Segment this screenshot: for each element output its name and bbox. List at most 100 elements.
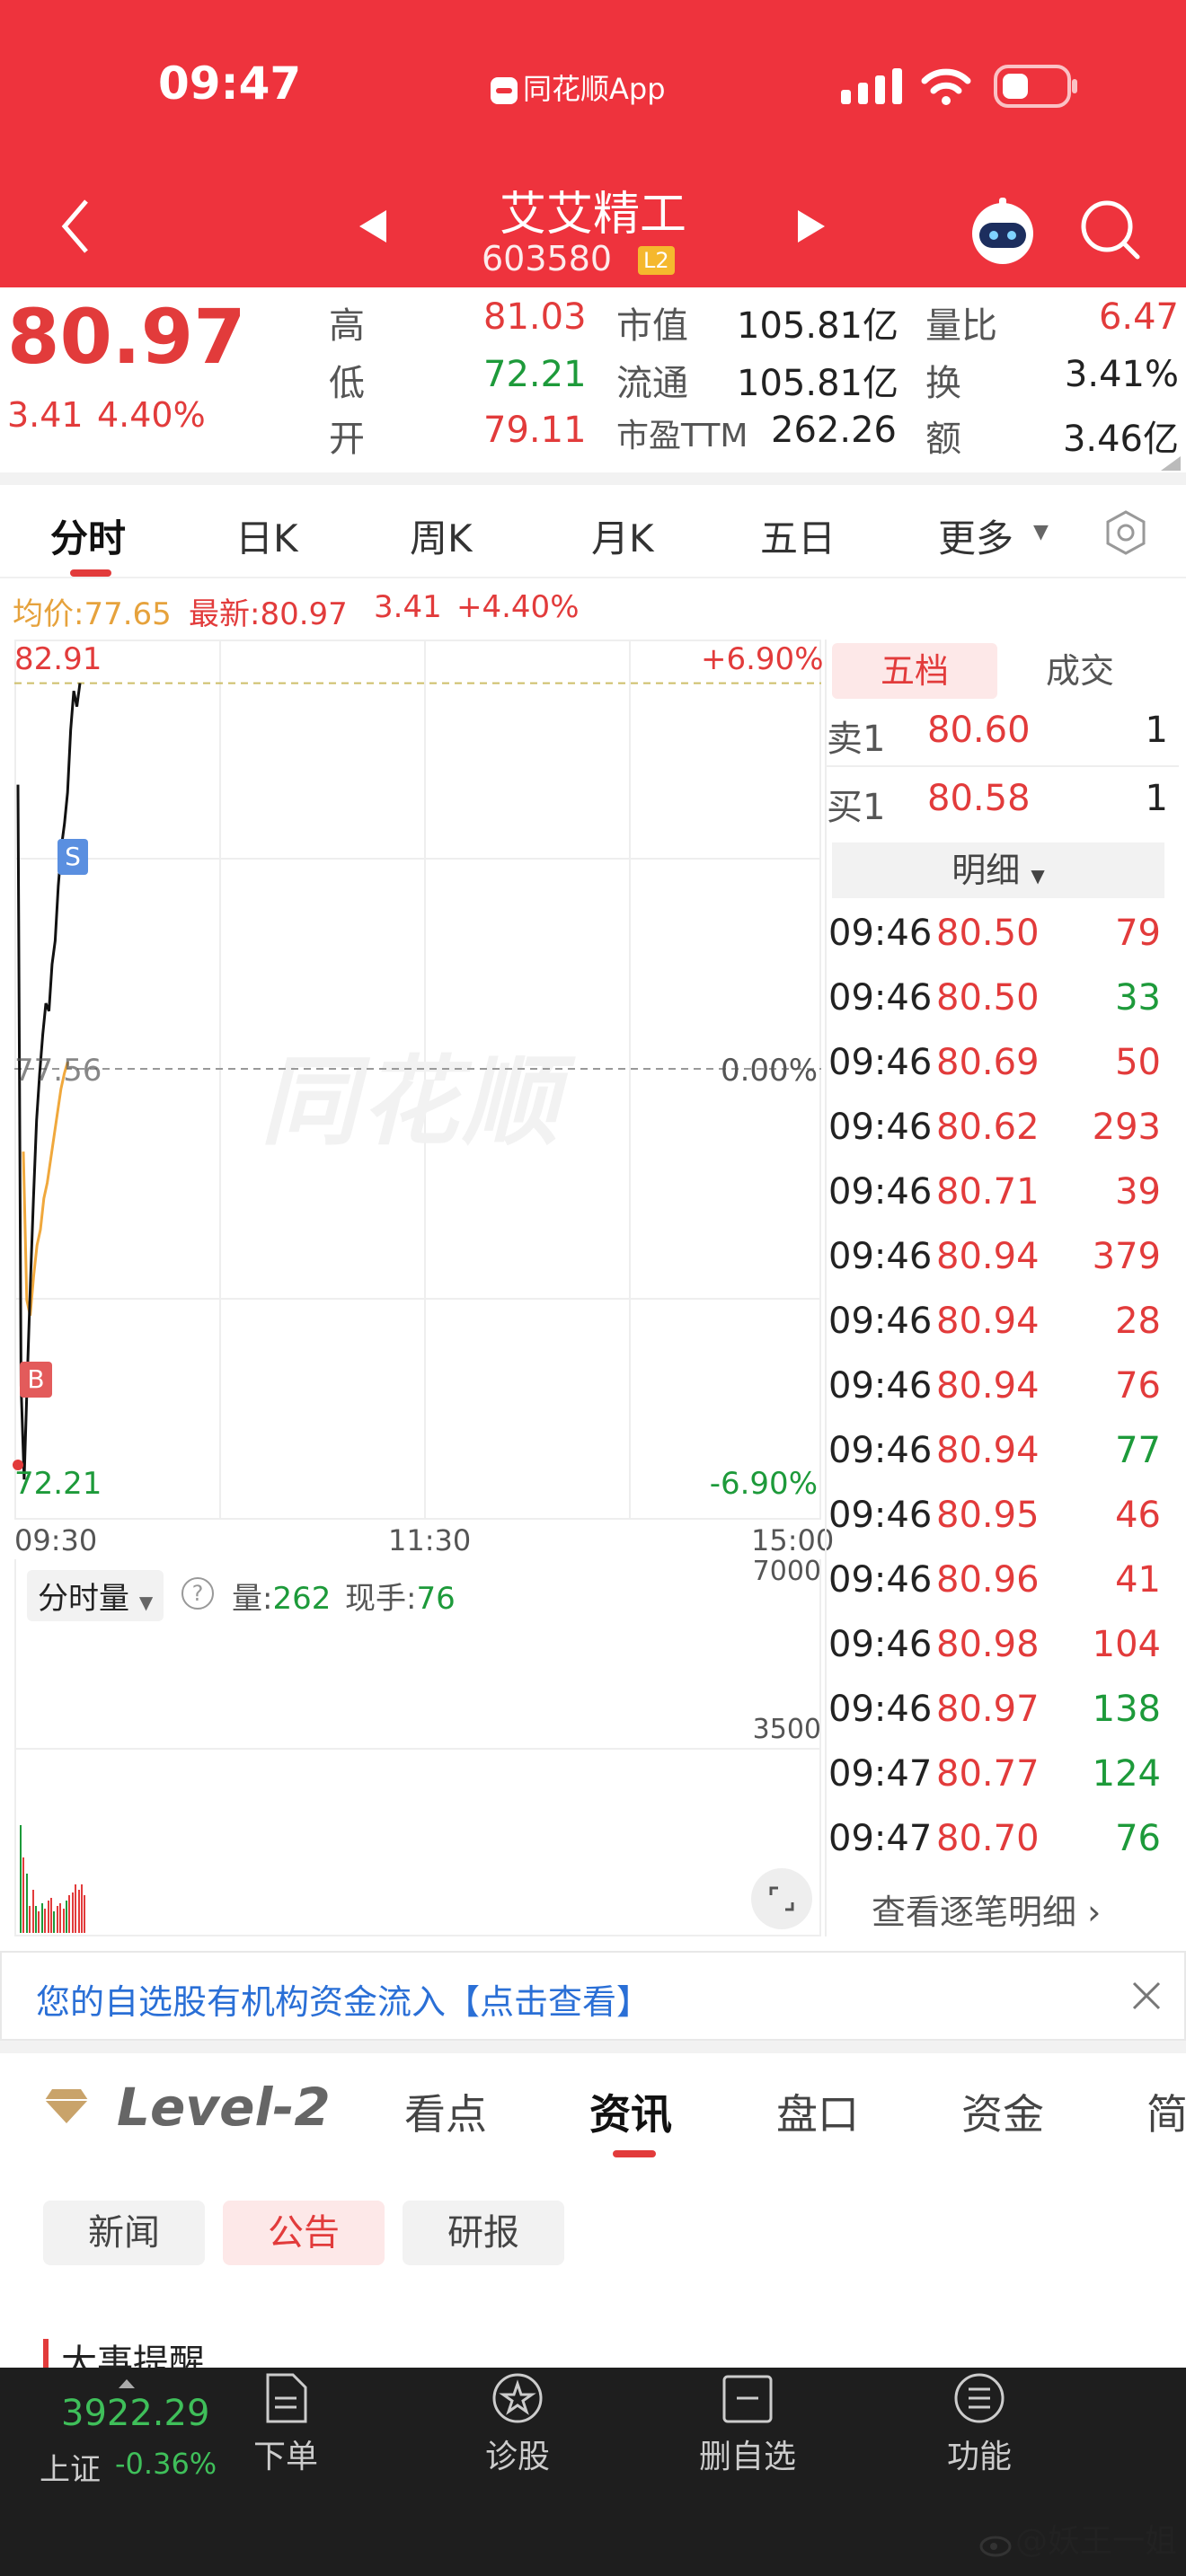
trade-row: 09:46 80.50 33 (827, 977, 1168, 1042)
level2-label[interactable]: Level-2 (117, 2077, 331, 2138)
fullscreen-icon (769, 1886, 794, 1911)
robot-assistant-icon[interactable] (967, 194, 1039, 269)
trade-qty: 50 (1115, 1042, 1161, 1083)
index-value[interactable]: 3922.29 (61, 2393, 209, 2434)
trade-time: 09:47 (828, 1818, 933, 1859)
nav-diagnose-button[interactable]: 诊股 (428, 2371, 607, 2477)
volume-type-dropdown[interactable]: 分时量 ▼ (27, 1570, 164, 1621)
trade-row: 09:46 80.97 138 (827, 1689, 1168, 1753)
trade-row: 09:46 80.50 79 (827, 913, 1168, 977)
index-name: 上证 (40, 2452, 101, 2488)
volume-ratio-label: 量比 (925, 305, 997, 347)
volume-bar (38, 1911, 40, 1933)
pct-label-top: +6.90% (701, 641, 824, 677)
nav-label: 删自选 (698, 2439, 796, 2475)
trade-price: 80.70 (936, 1818, 1040, 1859)
turnover-value: 3.41% (1064, 354, 1179, 395)
menu-icon (890, 2371, 1069, 2425)
search-icon[interactable] (1078, 198, 1143, 266)
volume-bar (68, 1895, 71, 1933)
tab-chart-5[interactable]: 更多 (938, 508, 1013, 563)
weibo-watermark: @妖王一姐 (979, 2515, 1177, 2562)
trade-qty: 76 (1115, 1365, 1161, 1407)
tab-five-levels[interactable]: 五档 (832, 643, 997, 699)
volume-bar (29, 1906, 31, 1933)
volume-bar (84, 1895, 86, 1933)
nav-label: 功能 (946, 2439, 1012, 2475)
info-tab-3[interactable]: 资金 (961, 2082, 1044, 2141)
nav-label: 诊股 (484, 2439, 550, 2475)
trade-price: 80.98 (936, 1624, 1040, 1665)
x-label-close: 15:00 (751, 1523, 835, 1557)
tab-chart-4[interactable]: 五日 (760, 508, 836, 563)
detail-dropdown[interactable]: 明细 ▼ (832, 842, 1164, 898)
y-label-top: 82.91 (14, 641, 102, 677)
info-tab-1[interactable]: 资讯 (589, 2082, 672, 2141)
trade-row: 09:46 80.98 104 (827, 1624, 1168, 1689)
turnover-label: 换 (925, 363, 961, 404)
volume-ratio-value: 6.47 (1098, 296, 1179, 338)
nav-menu-button[interactable]: 功能 (890, 2371, 1069, 2477)
close-icon[interactable] (1130, 1980, 1163, 2016)
tab-chart-0[interactable]: 分时 (50, 508, 126, 563)
volume-hand: 现手:76 (345, 1581, 456, 1617)
view-all-trades-link[interactable]: 查看逐笔明细 › (872, 1884, 1101, 1934)
nav-remove-watchlist-button[interactable]: 删自选 (658, 2371, 837, 2477)
help-icon[interactable]: ? (181, 1577, 214, 1610)
banner-text: 您的自选股有机构资金流入【点击查看】 (36, 1982, 651, 2022)
sub-tab-1[interactable]: 公告 (223, 2201, 385, 2265)
volume-bar (56, 1906, 58, 1933)
trade-qty: 138 (1092, 1689, 1161, 1730)
volume-bar (62, 1909, 65, 1933)
trade-row: 09:46 80.71 39 (827, 1171, 1168, 1236)
trade-time: 09:46 (828, 1171, 933, 1213)
trade-qty: 76 (1115, 1818, 1161, 1859)
y-label-bottom: 72.21 (14, 1466, 102, 1502)
volume-bar (22, 1857, 25, 1933)
trade-price: 80.96 (936, 1559, 1040, 1601)
buy1-price: 80.58 (927, 778, 1031, 819)
volume-bar (59, 1903, 62, 1933)
sub-tab-2[interactable]: 研报 (403, 2201, 564, 2265)
volume-bar (71, 1892, 74, 1933)
tab-chart-2[interactable]: 周K (410, 508, 473, 563)
sell-marker[interactable]: S (58, 839, 88, 875)
nav-label: 下单 (252, 2439, 318, 2475)
info-tab-2[interactable]: 盘口 (776, 2082, 859, 2141)
tab-trades[interactable]: 成交 (997, 643, 1163, 699)
settings-hex-icon[interactable] (1102, 508, 1150, 560)
diagnose-icon (428, 2371, 607, 2425)
trade-price: 80.94 (936, 1236, 1040, 1277)
trade-row: 09:46 80.94 76 (827, 1365, 1168, 1430)
trade-time: 09:46 (828, 1624, 933, 1665)
nav-document-button[interactable]: 下单 (196, 2371, 376, 2477)
signal-icon (841, 66, 902, 110)
trade-qty: 41 (1115, 1559, 1161, 1601)
promo-banner[interactable]: 您的自选股有机构资金流入【点击查看】 (0, 1951, 1186, 2041)
volume-label-top: 7000 (752, 1556, 821, 1587)
active-chart-tab-indicator (70, 569, 111, 577)
trade-qty: 28 (1115, 1301, 1161, 1342)
sub-tab-0[interactable]: 新闻 (43, 2201, 205, 2265)
fullscreen-button[interactable] (751, 1868, 812, 1929)
volume-bar (50, 1898, 52, 1933)
x-label-open: 09:30 (14, 1523, 98, 1557)
tab-chart-3[interactable]: 月K (591, 508, 654, 563)
tab-chart-1[interactable]: 日K (235, 508, 298, 563)
trade-time: 09:46 (828, 1365, 933, 1407)
trade-qty: 39 (1115, 1171, 1161, 1213)
trade-qty: 46 (1115, 1495, 1161, 1536)
buy-marker[interactable]: B (20, 1362, 52, 1398)
volume-qty: 量:262 (232, 1581, 332, 1617)
trade-row: 09:46 80.94 379 (827, 1236, 1168, 1301)
info-tab-4[interactable]: 简 (1146, 2082, 1186, 2141)
trade-price: 80.77 (936, 1753, 1040, 1795)
amount-value: 3.46亿 (1062, 419, 1179, 460)
trade-price: 80.62 (936, 1107, 1040, 1148)
trade-price: 80.95 (936, 1495, 1040, 1536)
info-tab-0[interactable]: 看点 (404, 2082, 487, 2141)
trade-time: 09:46 (828, 977, 933, 1019)
battery-icon (994, 65, 1078, 111)
trade-qty: 33 (1115, 977, 1161, 1019)
trade-row: 09:47 80.70 76 (827, 1818, 1168, 1883)
